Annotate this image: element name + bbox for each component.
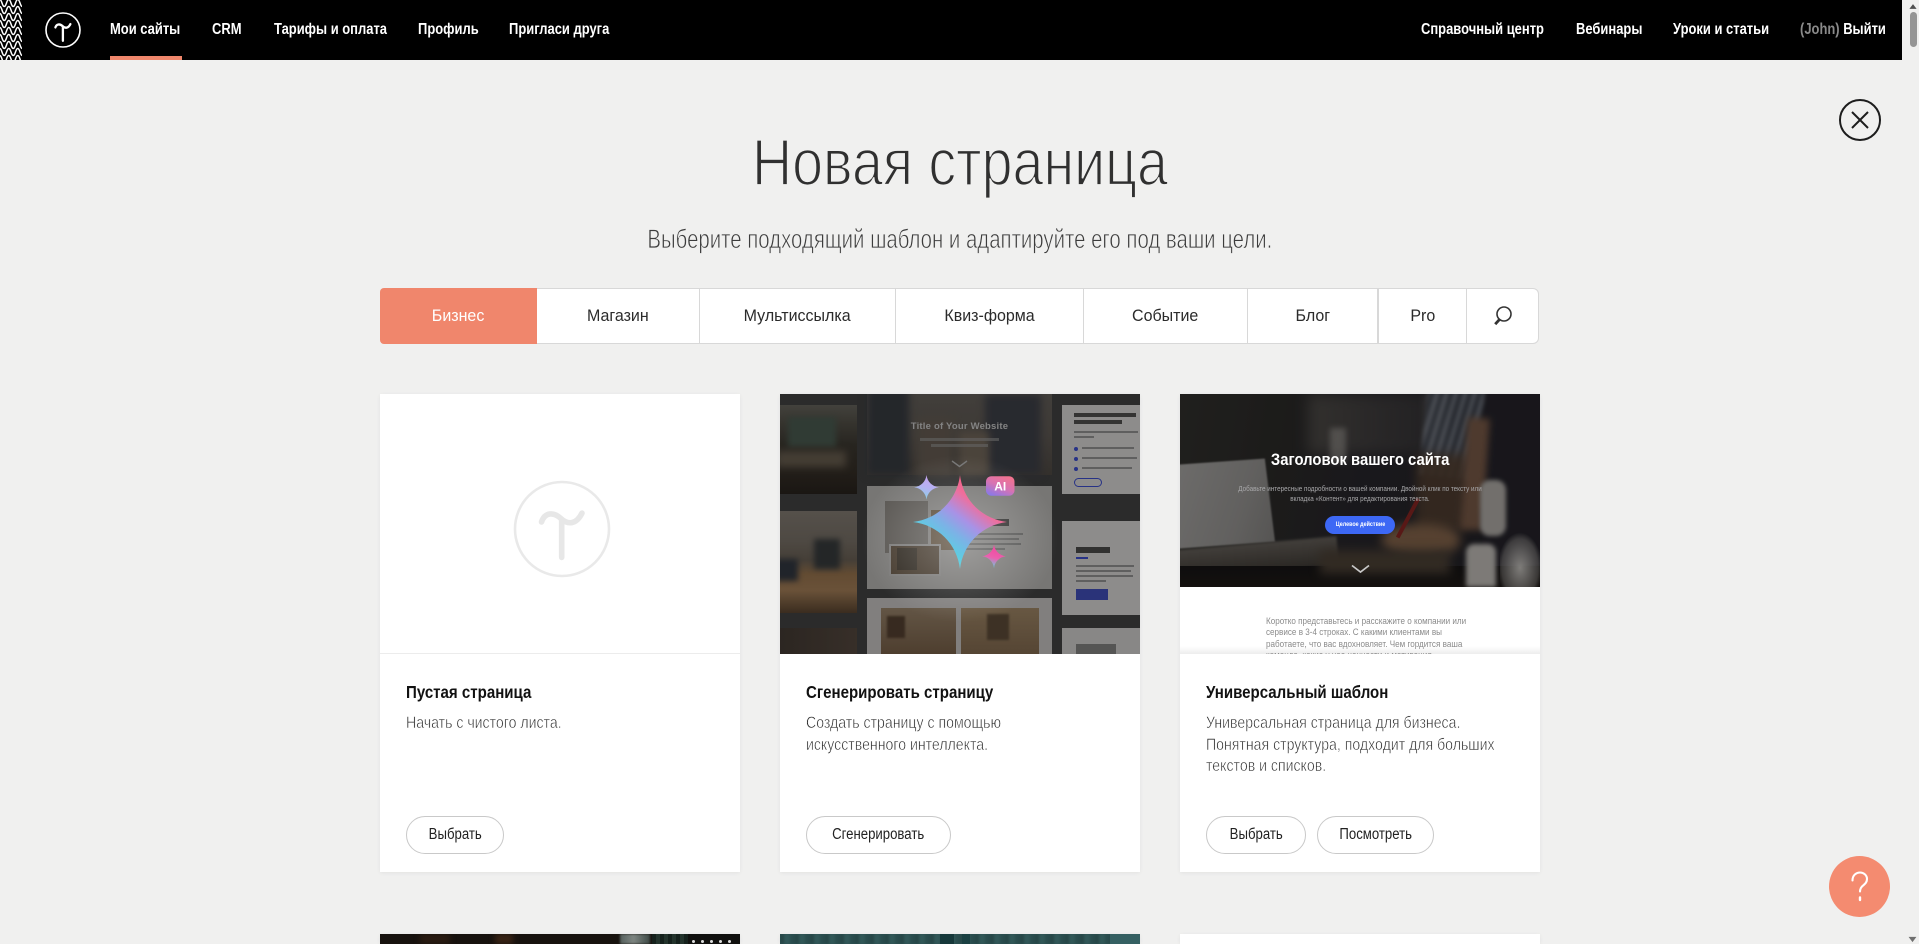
svg-text:AI: AI [994,480,1006,494]
